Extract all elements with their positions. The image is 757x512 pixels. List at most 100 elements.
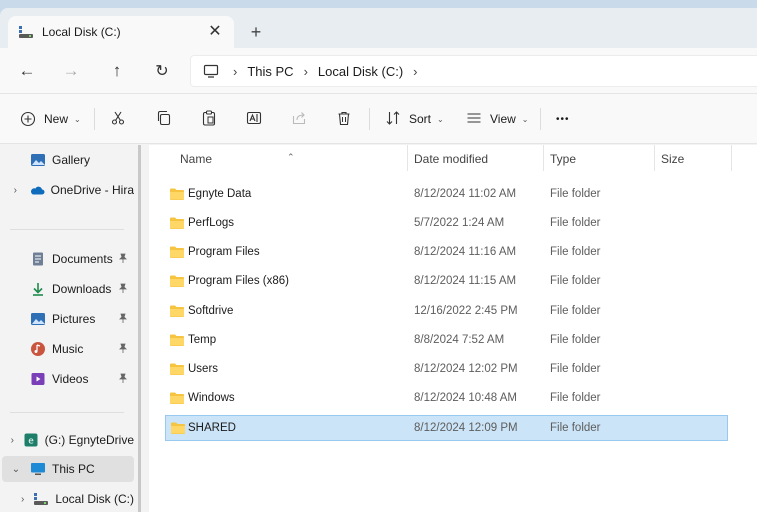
file-name: Temp — [188, 334, 217, 346]
sidebar-item-pictures[interactable]: Pictures — [0, 306, 134, 332]
sidebar-item-label: Music — [52, 342, 84, 356]
file-row[interactable]: Program Files (x86) 8/12/2024 11:15 AM F… — [165, 269, 728, 295]
chevron-down-icon: ⌄ — [74, 114, 81, 124]
sidebar-item-local-disk[interactable]: › Local Disk (C:) — [0, 486, 134, 512]
file-row[interactable]: PerfLogs 5/7/2022 1:24 AM File folder — [165, 211, 728, 237]
breadcrumb-local-disk[interactable]: Local Disk (C:) — [318, 64, 403, 79]
sidebar-item-label: (G:) EgnyteDrive — [44, 433, 134, 447]
sidebar-item-egnytedrive[interactable]: › e (G:) EgnyteDrive — [0, 427, 134, 453]
column-divider[interactable] — [543, 145, 544, 171]
more-options-button[interactable]: ••• — [556, 106, 570, 132]
rename-button[interactable] — [246, 106, 262, 132]
gallery-icon — [30, 152, 46, 168]
file-type: File folder — [550, 422, 601, 434]
new-tab-button[interactable]: + — [246, 22, 266, 42]
breadcrumb-separator: › — [303, 63, 308, 79]
column-divider[interactable] — [731, 145, 732, 171]
file-date: 12/16/2022 2:45 PM — [414, 305, 518, 317]
file-row[interactable]: Egnyte Data 8/12/2024 11:02 AM File fold… — [165, 182, 728, 208]
column-header-size[interactable]: Size — [661, 152, 684, 166]
file-date: 8/12/2024 11:15 AM — [414, 275, 517, 287]
sidebar-scrollbar[interactable] — [138, 145, 141, 512]
column-divider[interactable] — [407, 145, 408, 171]
sidebar-divider — [10, 229, 124, 230]
view-label: View — [490, 112, 516, 126]
file-row[interactable]: Softdrive 12/16/2022 2:45 PM File folder — [165, 299, 728, 325]
chevron-down-icon: ⌄ — [521, 114, 529, 124]
column-divider[interactable] — [654, 145, 655, 171]
paste-button[interactable] — [201, 106, 217, 132]
column-header-date[interactable]: Date modified — [414, 152, 488, 166]
share-button[interactable] — [291, 106, 307, 132]
up-button[interactable]: ↑ — [106, 60, 128, 82]
svg-text:e: e — [28, 437, 34, 447]
file-name: Program Files — [188, 246, 260, 258]
file-type: File folder — [550, 188, 601, 200]
chevron-down-icon: ⌄ — [437, 114, 444, 124]
file-row[interactable]: Program Files 8/12/2024 11:16 AM File fo… — [165, 240, 728, 266]
videos-icon — [30, 371, 46, 387]
address-bar[interactable]: › This PC › Local Disk (C:) › — [190, 55, 757, 87]
column-header-name[interactable]: Name — [180, 152, 212, 166]
forward-button[interactable]: → — [60, 60, 82, 82]
sidebar-item-label: Documents — [52, 252, 113, 266]
pin-icon — [118, 373, 128, 386]
folder-icon — [169, 216, 185, 230]
breadcrumb-this-pc[interactable]: This PC — [247, 64, 293, 79]
sort-label: Sort — [409, 112, 432, 126]
new-label: New — [44, 112, 69, 126]
sidebar-item-this-pc[interactable]: ⌄ This PC — [2, 456, 134, 482]
close-tab-icon[interactable]: ✕ — [206, 23, 224, 41]
local-disk-icon — [33, 491, 49, 507]
sidebar-item-label: Gallery — [52, 153, 91, 167]
file-date: 8/12/2024 11:16 AM — [414, 246, 517, 258]
folder-icon — [170, 421, 186, 435]
file-row-selected[interactable]: SHARED 8/12/2024 12:09 PM File folder — [165, 415, 728, 441]
sidebar-item-label: Local Disk (C:) — [55, 492, 134, 506]
chevron-down-icon[interactable]: ⌄ — [10, 464, 22, 475]
cut-button[interactable] — [110, 106, 126, 132]
file-name: SHARED — [188, 422, 236, 434]
refresh-button[interactable]: ↻ — [151, 60, 173, 82]
sidebar-item-label: Pictures — [52, 312, 96, 326]
scissors-icon — [110, 110, 126, 129]
folder-icon — [169, 245, 185, 259]
sidebar-item-videos[interactable]: Videos — [0, 366, 134, 392]
file-name: Egnyte Data — [188, 188, 252, 200]
file-list: ⌃ Name Date modified Type Size Egnyte Da… — [149, 145, 757, 512]
file-row[interactable]: Windows 8/12/2024 10:48 AM File folder — [165, 386, 728, 412]
folder-icon — [169, 362, 185, 376]
folder-icon — [169, 391, 185, 405]
sidebar-item-onedrive[interactable]: › OneDrive - Hira — [0, 177, 134, 203]
file-name: Windows — [188, 392, 235, 404]
sidebar-item-label: This PC — [52, 462, 95, 476]
breadcrumb-separator: › — [233, 63, 238, 79]
sidebar-item-downloads[interactable]: Downloads — [0, 276, 134, 302]
delete-button[interactable] — [336, 106, 352, 132]
command-bar: New ⌄ Sort ⌄ View ⌄ ••• — [0, 94, 757, 144]
file-type: File folder — [550, 217, 601, 229]
drive-icon — [18, 24, 34, 40]
file-row[interactable]: Users 8/12/2024 12:02 PM File folder — [165, 357, 728, 383]
folder-icon — [169, 304, 185, 318]
sidebar-item-documents[interactable]: Documents — [0, 246, 134, 272]
chevron-right-icon[interactable]: › — [10, 185, 21, 196]
new-button[interactable]: New ⌄ — [20, 106, 81, 132]
chevron-right-icon[interactable]: › — [10, 435, 15, 446]
chevron-right-icon[interactable]: › — [18, 494, 27, 505]
tab-local-disk[interactable]: Local Disk (C:) ✕ — [8, 16, 234, 48]
file-date: 8/8/2024 7:52 AM — [414, 334, 505, 346]
clipboard-icon — [201, 109, 217, 129]
copy-button[interactable] — [156, 106, 172, 132]
view-button[interactable]: View ⌄ — [466, 106, 529, 132]
sidebar-item-music[interactable]: Music — [0, 336, 134, 362]
back-button[interactable]: ← — [16, 60, 38, 82]
file-row[interactable]: Temp 8/8/2024 7:52 AM File folder — [165, 328, 728, 354]
documents-icon — [30, 251, 46, 267]
sort-button[interactable]: Sort ⌄ — [385, 106, 444, 132]
sidebar-item-gallery[interactable]: Gallery — [0, 147, 132, 173]
pin-icon — [118, 343, 128, 356]
file-type: File folder — [550, 246, 601, 258]
column-header-type[interactable]: Type — [550, 152, 576, 166]
navigation-bar: ← → ↑ ↻ › This PC › Local Disk (C:) › — [0, 48, 757, 94]
